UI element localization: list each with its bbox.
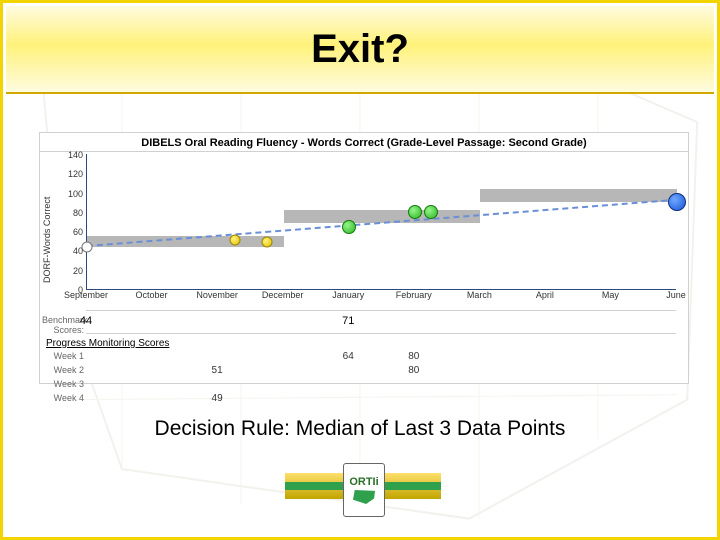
chart-title: DIBELS Oral Reading Fluency - Words Corr…: [40, 133, 688, 152]
pm-value: 80: [408, 351, 419, 362]
x-tick: October: [136, 290, 168, 300]
pm-row: Week 449: [86, 393, 676, 407]
logo-text: ORTIi: [349, 476, 378, 488]
x-tick: June: [666, 290, 686, 300]
plot-area: 020406080100120140: [86, 154, 676, 290]
pm-week-label: Week 3: [46, 379, 84, 389]
benchmark-value: 71: [342, 315, 354, 327]
y-tick: 20: [73, 266, 87, 276]
x-tick: May: [602, 290, 619, 300]
x-tick: April: [536, 290, 554, 300]
x-tick: December: [262, 290, 304, 300]
pm-row: Week 16480: [86, 351, 676, 365]
x-tick: November: [196, 290, 238, 300]
caption: Decision Rule: Median of Last 3 Data Poi…: [3, 417, 717, 441]
x-axis-ticks: SeptemberOctoberNovemberDecemberJanuaryF…: [86, 290, 676, 304]
y-axis-label: DORF-Words Correct: [42, 197, 52, 283]
pm-value: 64: [343, 351, 354, 362]
pm-week-label: Week 2: [46, 365, 84, 375]
pm-value: 49: [212, 393, 223, 404]
y-tick: 120: [68, 169, 87, 179]
pm-row: Week 25180: [86, 365, 676, 379]
y-tick: 60: [73, 227, 87, 237]
data-point: [668, 193, 686, 211]
data-point: [342, 220, 356, 234]
slide-title: Exit?: [311, 27, 409, 72]
data-point: [82, 241, 93, 252]
aim-line: [87, 198, 677, 246]
pm-week-label: Week 1: [46, 351, 84, 361]
data-point: [229, 234, 240, 245]
pm-row: Week 3: [86, 379, 676, 393]
pm-value: 80: [408, 365, 419, 376]
x-tick: January: [332, 290, 364, 300]
y-tick: 80: [73, 208, 87, 218]
pm-value: 51: [212, 365, 223, 376]
progress-monitoring-table: Week 16480Week 25180Week 3Week 449: [86, 351, 676, 407]
y-tick: 100: [68, 189, 87, 199]
pm-week-label: Week 4: [46, 393, 84, 403]
x-tick: March: [467, 290, 492, 300]
x-tick: February: [396, 290, 432, 300]
benchmark-scores-row: Benchmark Scores: 4471: [86, 310, 676, 334]
progress-monitoring-header: Progress Monitoring Scores: [46, 338, 676, 349]
logo: ORTIi: [285, 463, 441, 521]
title-band: Exit?: [6, 6, 714, 94]
state-icon: [353, 490, 375, 504]
data-point: [424, 205, 438, 219]
y-tick: 140: [68, 150, 87, 160]
logo-badge: ORTIi: [343, 463, 385, 517]
data-point: [408, 205, 422, 219]
slide: Exit? DIBELS Oral Reading Fluency - Word…: [0, 0, 720, 540]
x-tick: September: [64, 290, 108, 300]
benchmark-label: Benchmark Scores:: [42, 315, 84, 335]
benchmark-value: 44: [80, 315, 92, 327]
data-point: [262, 236, 273, 247]
chart: DIBELS Oral Reading Fluency - Words Corr…: [39, 132, 689, 384]
